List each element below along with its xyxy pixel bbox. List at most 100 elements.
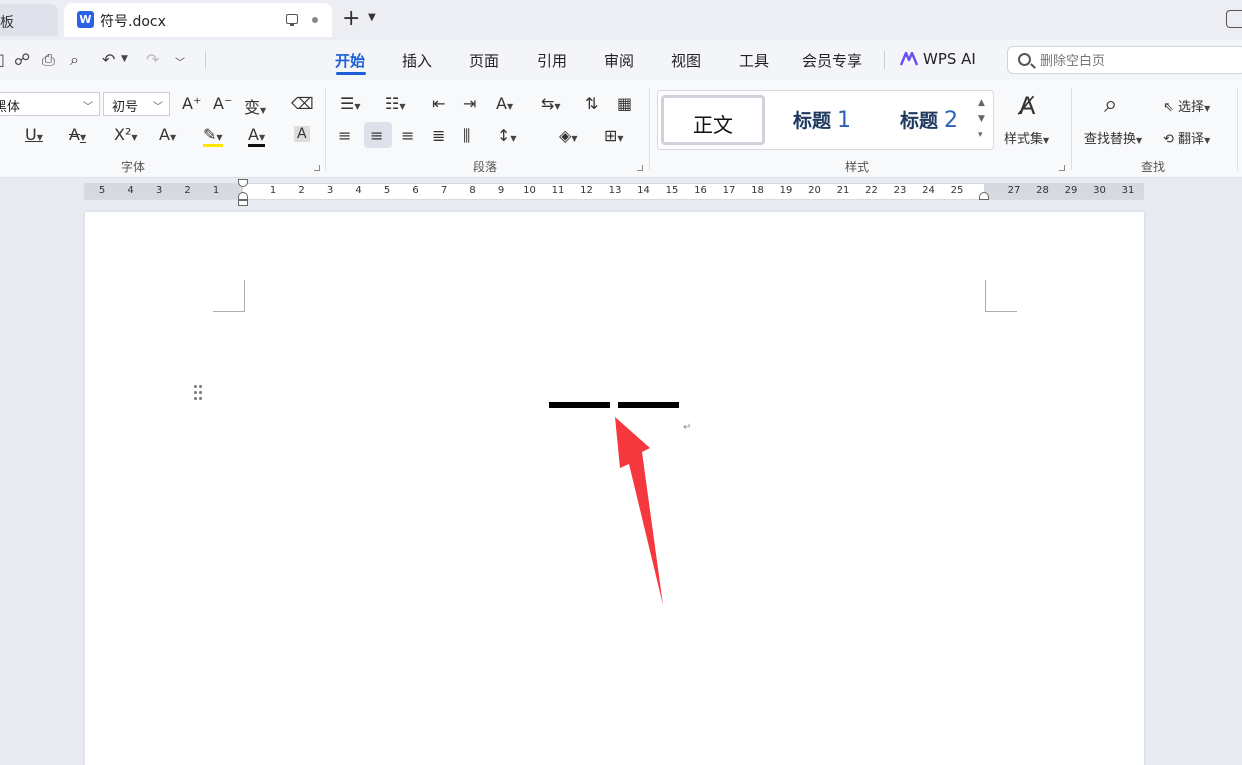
- style-body[interactable]: 正文: [661, 95, 765, 145]
- paragraph-group-label: 段落: [473, 160, 498, 174]
- gallery-scroll[interactable]: ▲ ▼ ▾: [978, 95, 985, 143]
- first-line-indent-marker[interactable]: [238, 179, 248, 187]
- menu-reference[interactable]: 引用: [537, 50, 567, 71]
- clear-format-icon[interactable]: ⌫: [291, 94, 314, 113]
- char-shading-icon[interactable]: A: [294, 126, 310, 142]
- shading-icon[interactable]: ◈▼: [559, 126, 577, 145]
- phonetic-guide-icon[interactable]: 变▼: [244, 94, 266, 118]
- chinese-layout-icon[interactable]: A▼: [496, 94, 513, 113]
- align-center-icon[interactable]: ≡: [370, 126, 383, 145]
- font-dialog-launcher-icon[interactable]: [314, 165, 320, 171]
- ruler-tick: 19: [779, 185, 793, 196]
- align-right-icon[interactable]: ≡: [401, 126, 414, 145]
- shrink-font-icon[interactable]: A⁻: [213, 94, 232, 113]
- menu-active-underline: [336, 72, 366, 75]
- style-heading1[interactable]: 标题 1: [770, 95, 874, 145]
- highlight-icon[interactable]: ✎▼: [203, 125, 223, 147]
- underline-icon[interactable]: U▼: [25, 125, 43, 144]
- group-separator: [1237, 88, 1238, 170]
- tab-document[interactable]: W 符号.docx: [64, 3, 332, 37]
- style-gallery: 正文 标题 1 标题 2 ▲ ▼ ▾: [657, 90, 994, 150]
- chevron-down-icon: ﹀: [83, 102, 93, 113]
- group-separator: [649, 88, 650, 170]
- link-icon[interactable]: ☍: [14, 50, 30, 69]
- italic-icon[interactable]: I: [0, 125, 1, 144]
- search-box[interactable]: [1007, 46, 1242, 74]
- border-icon[interactable]: ⊞▼: [604, 126, 624, 145]
- ruler-tick: 1: [212, 185, 220, 196]
- unsaved-dot-icon[interactable]: [312, 17, 318, 23]
- menu-view[interactable]: 视图: [671, 50, 701, 71]
- print-icon[interactable]: ⎙: [42, 50, 55, 70]
- redo-icon[interactable]: ↷: [146, 50, 159, 69]
- ruler-tick: 22: [865, 185, 878, 196]
- new-tab-button[interactable]: +: [342, 6, 360, 32]
- ruler-tick: 9: [497, 185, 505, 196]
- menu-wps-ai[interactable]: WPS AI: [923, 50, 976, 68]
- chevron-down-icon: ﹀: [153, 102, 163, 113]
- font-size-select[interactable]: 初号 ﹀: [103, 92, 170, 116]
- align-left-icon[interactable]: ≡: [338, 126, 351, 145]
- ruler-tick: 18: [751, 185, 764, 196]
- tab-title: 符号.docx: [100, 14, 166, 30]
- search-input[interactable]: [1040, 51, 1240, 71]
- font-color-icon[interactable]: A▼: [248, 125, 266, 147]
- font-group-label: 字体: [121, 160, 146, 174]
- menu-member[interactable]: 会员专享: [802, 50, 862, 71]
- menu-page[interactable]: 页面: [469, 50, 499, 71]
- save-icon[interactable]: ▯: [0, 50, 5, 69]
- right-indent-marker[interactable]: [979, 192, 989, 200]
- menu-review[interactable]: 审阅: [604, 50, 634, 71]
- style-set-button[interactable]: 样式集▼: [1004, 128, 1049, 147]
- select-button[interactable]: ⇖ 选择▼: [1163, 96, 1210, 115]
- search-icon: [1018, 53, 1031, 66]
- grow-font-icon[interactable]: A⁺: [182, 94, 201, 113]
- red-arrow-annotation: [615, 417, 663, 605]
- ribbon: 黑体﹀ 初号﹀ A⁺ A⁻ 变▼ ⌫ I U▼ A▼ X²▼ A▼ ✎▼ A▼ …: [0, 80, 1242, 178]
- justify-icon[interactable]: ≣: [432, 126, 445, 145]
- show-marks-icon[interactable]: ▦: [617, 94, 632, 113]
- left-indent-marker[interactable]: [238, 200, 248, 206]
- window-icon[interactable]: [1226, 10, 1242, 28]
- text-effect-icon[interactable]: A▼: [159, 125, 176, 144]
- tab-template[interactable]: 模板: [0, 4, 58, 36]
- decrease-indent-icon[interactable]: ⇤: [432, 94, 445, 113]
- horizontal-ruler[interactable]: 5 4 3 2 1 1 2 3 4 5 6 7 8 9 10 11 12 13 14 15 16 17 18 19 20 21 22…: [84, 179, 1144, 206]
- numbered-list-icon[interactable]: ☷▼: [385, 94, 406, 113]
- ruler-tick: 31: [1121, 185, 1135, 196]
- find-icon[interactable]: ⌕: [1104, 90, 1117, 118]
- distributed-icon[interactable]: ⫼: [463, 126, 470, 146]
- line-spacing-icon[interactable]: ↕▼: [497, 126, 517, 145]
- font-name-select[interactable]: 黑体 ﹀: [0, 92, 100, 116]
- bullet-list-icon[interactable]: ☰▼: [340, 94, 361, 113]
- find-replace-button[interactable]: 查找替换▼: [1084, 128, 1142, 147]
- menu-home[interactable]: 开始: [335, 50, 365, 71]
- strikethrough-icon[interactable]: A▼: [69, 125, 86, 144]
- menu-separator: [205, 51, 206, 69]
- document-page[interactable]: —— ↵: [85, 212, 1144, 765]
- style-set-icon[interactable]: A̸: [1019, 92, 1035, 120]
- hanging-indent-marker[interactable]: [238, 192, 248, 200]
- group-separator: [325, 88, 326, 170]
- text-direction-icon[interactable]: ⇆▼: [541, 94, 561, 113]
- style-heading2[interactable]: 标题 2: [877, 95, 981, 145]
- undo-caret-icon[interactable]: ▼: [121, 54, 128, 64]
- ruler-tick: 21: [836, 185, 850, 196]
- print-preview-icon[interactable]: ⌕: [70, 50, 79, 70]
- translate-button[interactable]: ⟲ 翻译▼: [1163, 128, 1210, 147]
- paragraph-dialog-launcher-icon[interactable]: [637, 165, 643, 171]
- menu-insert[interactable]: 插入: [402, 50, 432, 71]
- styles-dialog-launcher-icon[interactable]: [1059, 165, 1065, 171]
- customize-chevron-icon[interactable]: ﹀: [175, 54, 185, 69]
- increase-indent-icon[interactable]: ⇥: [463, 94, 476, 113]
- menu-tools[interactable]: 工具: [739, 50, 769, 71]
- dash-segment: [618, 402, 679, 408]
- chevron-down-icon[interactable]: ▼: [368, 12, 376, 23]
- superscript-icon[interactable]: X²▼: [114, 125, 138, 144]
- sort-icon[interactable]: ⇅: [585, 94, 598, 113]
- monitor-icon[interactable]: [286, 14, 298, 26]
- ruler-tick: 4: [355, 185, 362, 196]
- ruler-tick: 6: [412, 185, 419, 196]
- paragraph-drag-handle-icon[interactable]: [194, 385, 204, 403]
- undo-icon[interactable]: ↶: [102, 50, 115, 69]
